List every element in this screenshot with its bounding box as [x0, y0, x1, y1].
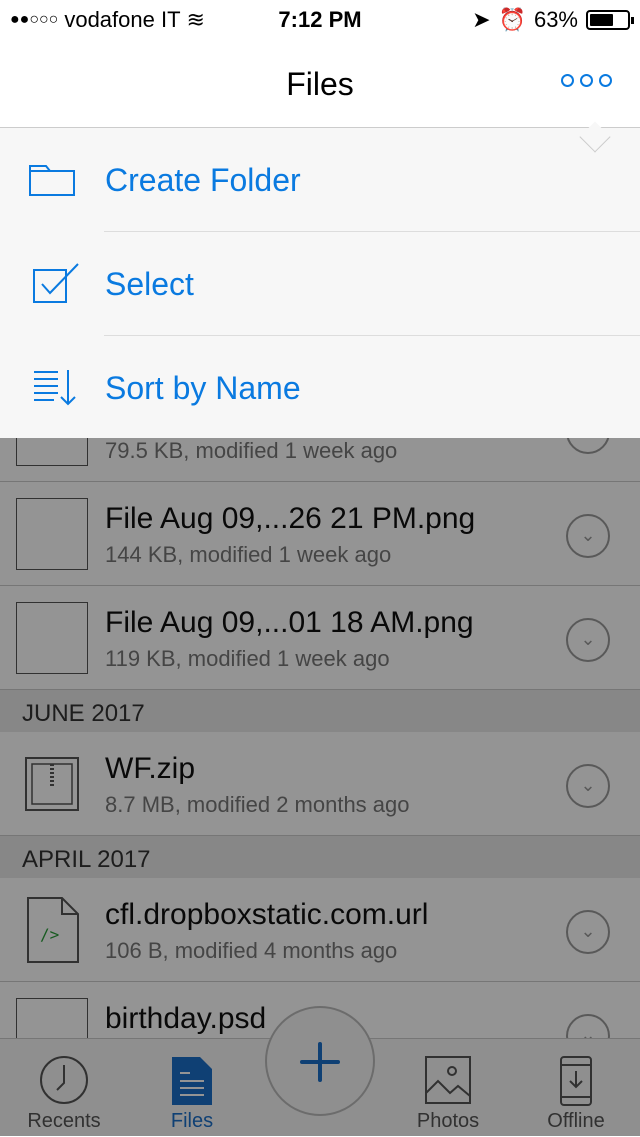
menu-item-label: Select [105, 266, 194, 302]
dim-overlay[interactable] [0, 438, 640, 1136]
status-bar: ●●○○○ vodafone IT ≋ 7:12 PM ➤ ⏰ 63% [0, 0, 640, 40]
signal-strength: ●●○○○ [10, 11, 59, 28]
menu-item-label: Create Folder [105, 162, 301, 198]
location-icon: ➤ [472, 7, 491, 32]
more-button[interactable] [561, 74, 612, 87]
alarm-icon: ⏰ [498, 7, 526, 32]
page-title: Files [286, 66, 354, 102]
folder-icon [29, 165, 75, 196]
wifi-icon: ≋ [186, 7, 205, 32]
nav-bar: Files [0, 40, 640, 128]
menu-item-create-folder[interactable]: Create Folder [0, 128, 640, 232]
menu-item-label: Sort by Name [105, 370, 301, 406]
battery-icon [586, 10, 634, 30]
carrier: vodafone IT [64, 7, 181, 32]
menu-item-select[interactable]: Select [0, 232, 640, 336]
ellipsis-icon [561, 74, 574, 87]
checkbox-icon [33, 263, 79, 303]
menu-item-sort[interactable]: Sort by Name [0, 336, 640, 440]
battery-percent: 63% [533, 7, 578, 32]
sort-icon [34, 370, 76, 406]
actions-popover: Create Folder Select Sort by Name [0, 128, 640, 438]
